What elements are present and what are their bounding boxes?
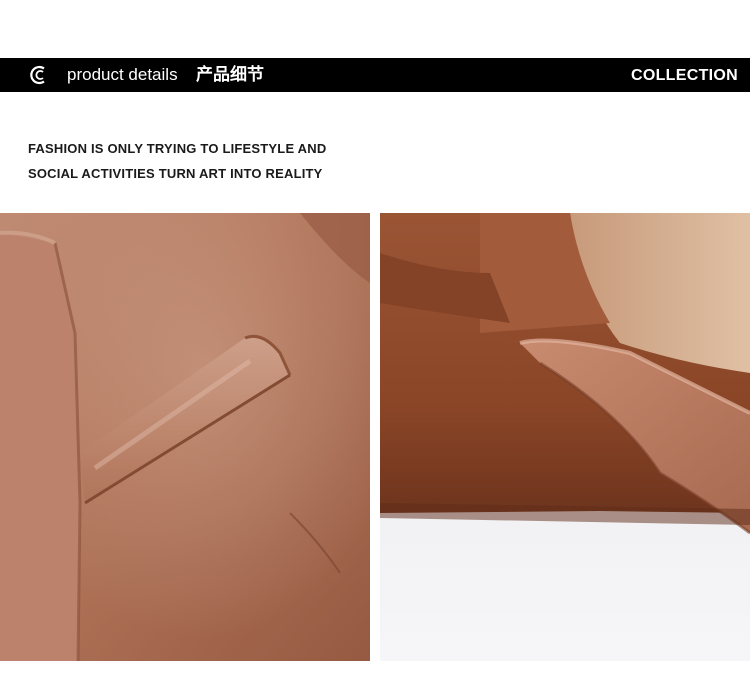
- c-monogram-icon: [30, 65, 45, 85]
- tagline-line-2: SOCIAL ACTIVITIES TURN ART INTO REALITY: [28, 166, 323, 181]
- section-title-cn: 产品细节: [196, 65, 264, 84]
- tagline: FASHION IS ONLY TRYING TO LIFESTYLE AND …: [28, 140, 326, 190]
- section-header-banner: product details 产品细节 COLLECTION: [0, 58, 750, 92]
- collection-label: COLLECTION: [631, 67, 738, 84]
- tagline-line-1: FASHION IS ONLY TRYING TO LIFESTYLE AND: [28, 141, 327, 156]
- product-detail-photo-pocket: [0, 213, 370, 661]
- section-title-en: product details: [67, 65, 178, 84]
- product-detail-photo-belt: [380, 213, 750, 661]
